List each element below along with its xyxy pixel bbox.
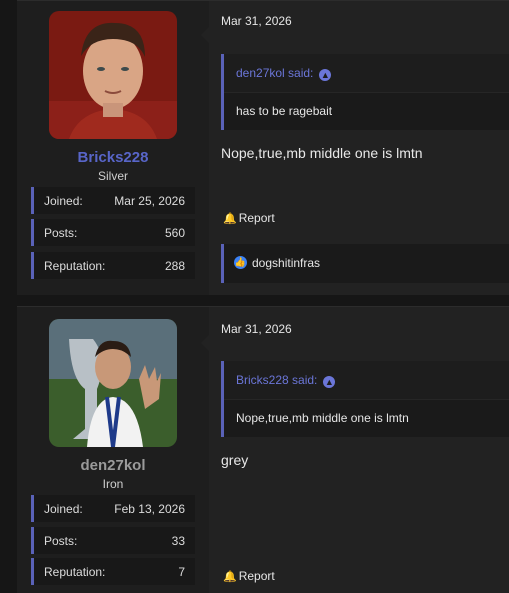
post-pointer [201, 26, 210, 44]
quote-block: den27kol said: ▲ has to be ragebait [221, 54, 509, 130]
stat-label: Joined: [44, 502, 83, 516]
quote-text: Nope,true,mb middle one is lmtn [236, 411, 409, 425]
avatar[interactable] [49, 319, 177, 447]
stat-label: Joined: [44, 194, 83, 208]
stat-label: Reputation: [44, 259, 106, 273]
user-rank: Iron [102, 477, 124, 491]
arrow-up-circle-icon[interactable]: ▲ [319, 69, 332, 81]
report-link[interactable]: 🔔 Report [223, 211, 275, 225]
stat-label: Posts: [44, 226, 78, 240]
stat-label: Posts: [44, 534, 78, 548]
stat-reputation: Reputation: 288 [31, 252, 195, 279]
quote-author-link[interactable]: Bricks228 said: ▲ [236, 373, 336, 388]
stat-reputation: Reputation: 7 [31, 558, 195, 585]
post: Bricks228 Silver Joined: Mar 25, 2026 Po… [17, 0, 509, 295]
stat-value: 33 [171, 534, 185, 548]
reaction-user-list[interactable]: dogshitinfras [252, 256, 320, 270]
avatar[interactable] [49, 11, 177, 139]
stat-posts: Posts: 33 [31, 527, 195, 554]
user-rank: Silver [97, 169, 128, 183]
quote-header: den27kol said: ▲ [224, 54, 509, 93]
arrow-up-circle-icon[interactable]: ▲ [323, 376, 336, 388]
stat-joined: Joined: Feb 13, 2026 [31, 495, 195, 522]
report-link[interactable]: 🔔 Report [223, 569, 275, 583]
post-message: Nope,true,mb middle one is lmtn [221, 145, 423, 161]
stat-value: Feb 13, 2026 [114, 502, 185, 516]
username[interactable]: Bricks228 [17, 149, 209, 166]
stat-label: Reputation: [44, 565, 106, 579]
quote-text: has to be ragebait [236, 104, 333, 118]
stat-value: Mar 25, 2026 [114, 194, 185, 208]
post-pointer [201, 334, 210, 352]
user-info-panel: den27kol Iron Joined: Feb 13, 2026 Posts… [17, 307, 209, 593]
post-content: Mar 31, 2026 den27kol said: ▲ has to be r… [201, 1, 509, 295]
post-content: Mar 31, 2026 Bricks228 said: ▲ Nope,true,… [201, 307, 509, 593]
reactions-bar: 👍 dogshitinfras [221, 244, 509, 283]
stat-value: 560 [164, 226, 185, 240]
post-date[interactable]: Mar 31, 2026 [221, 322, 292, 336]
thumbs-up-icon: 👍 [234, 256, 247, 269]
bell-icon: 🔔 [223, 571, 237, 583]
stat-posts: Posts: 560 [31, 219, 195, 246]
post: den27kol Iron Joined: Feb 13, 2026 Posts… [17, 306, 509, 593]
post-message: grey [221, 452, 249, 468]
quote-header: Bricks228 said: ▲ [224, 361, 509, 400]
quote-block: Bricks228 said: ▲ Nope,true,mb middle one… [221, 361, 509, 437]
stat-value: 7 [178, 565, 185, 579]
stat-value: 288 [164, 259, 185, 273]
post-date[interactable]: Mar 31, 2026 [221, 14, 292, 28]
stat-joined: Joined: Mar 25, 2026 [31, 187, 195, 214]
quote-author-link[interactable]: den27kol said: ▲ [236, 66, 332, 81]
bell-icon: 🔔 [223, 213, 237, 225]
username[interactable]: den27kol [17, 457, 209, 474]
user-info-panel: Bricks228 Silver Joined: Mar 25, 2026 Po… [17, 1, 209, 295]
